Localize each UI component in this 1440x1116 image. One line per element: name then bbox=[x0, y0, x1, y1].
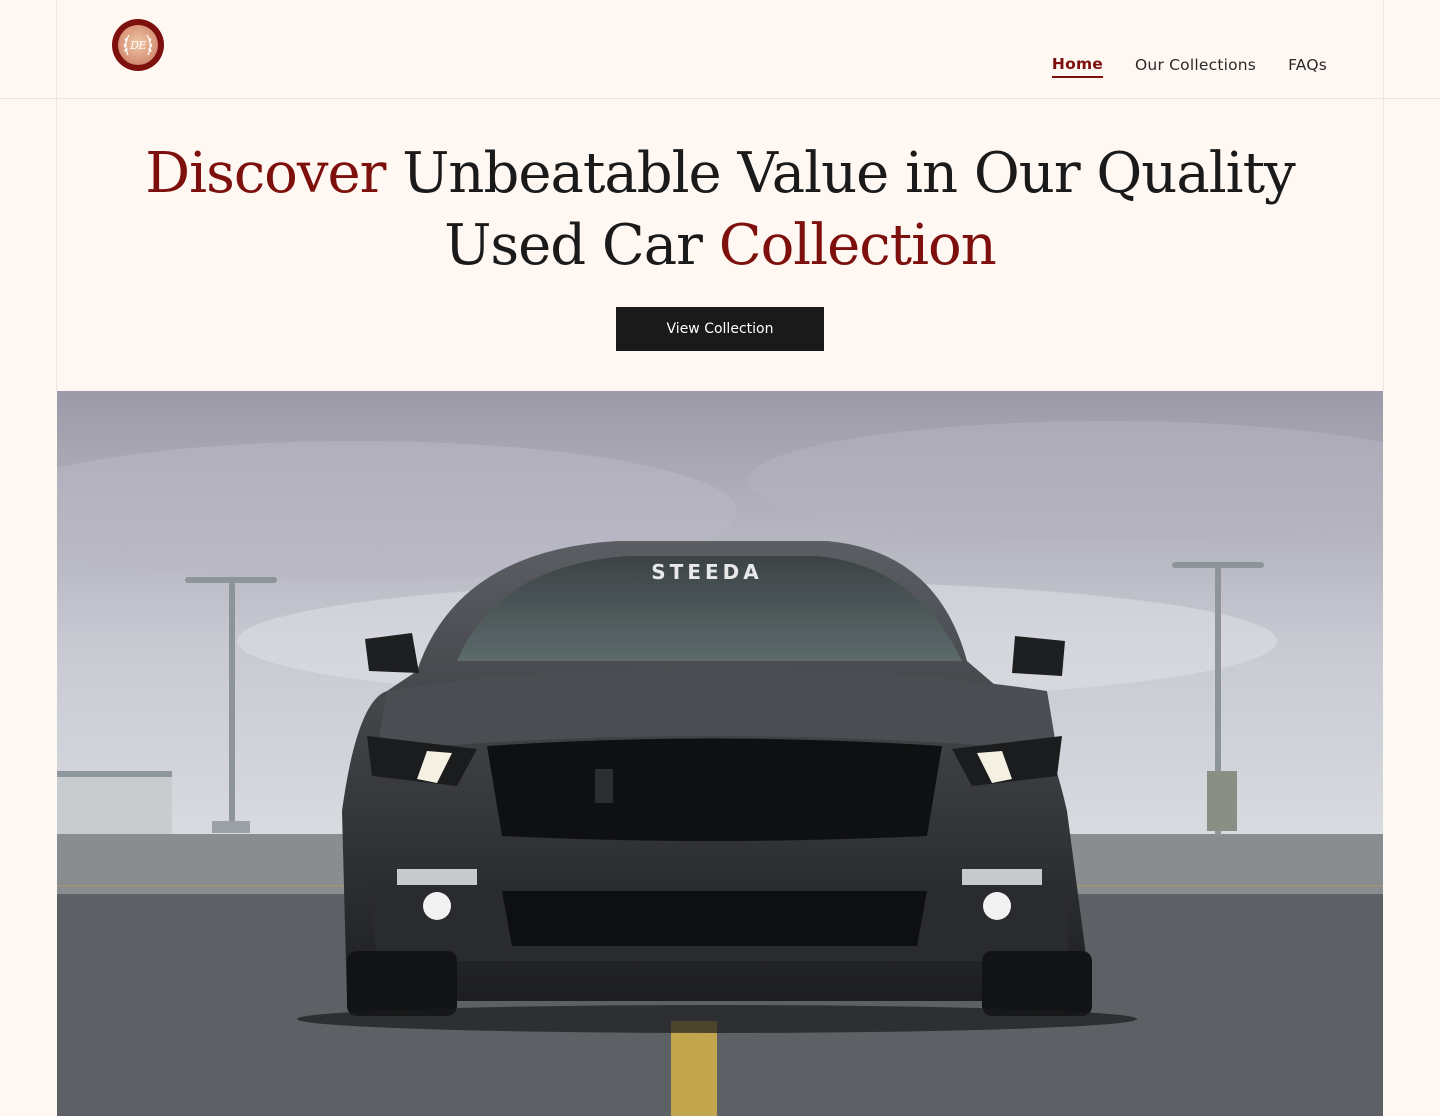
main-nav: Home Our Collections FAQs bbox=[1051, 55, 1327, 78]
hero-title-part-2: Unbeatable Value in Our Quality bbox=[385, 141, 1295, 206]
hero-title-accent-1: Discover bbox=[145, 141, 386, 206]
hero-title-accent-2: Collection bbox=[718, 213, 997, 278]
view-collection-button[interactable]: View Collection bbox=[616, 307, 824, 351]
logo-emblem: DE bbox=[118, 25, 158, 65]
brand-logo[interactable]: DE bbox=[112, 19, 164, 71]
windshield-decal: STEEDA bbox=[651, 560, 762, 584]
nav-item-home[interactable]: Home bbox=[1051, 55, 1104, 78]
nav-item-faqs[interactable]: FAQs bbox=[1288, 56, 1327, 77]
logo-text: DE bbox=[130, 38, 146, 52]
site-header: DE Home Our Collections FAQs bbox=[0, 0, 1440, 99]
hero-title-part-3: Used Car bbox=[444, 213, 719, 278]
nav-item-our-collections[interactable]: Our Collections bbox=[1135, 56, 1256, 77]
hero-title: Discover Unbeatable Value in Our Quality… bbox=[0, 138, 1440, 282]
car-photo: STEEDA bbox=[57, 391, 1383, 1116]
hero-car-image: STEEDA bbox=[57, 391, 1383, 1116]
